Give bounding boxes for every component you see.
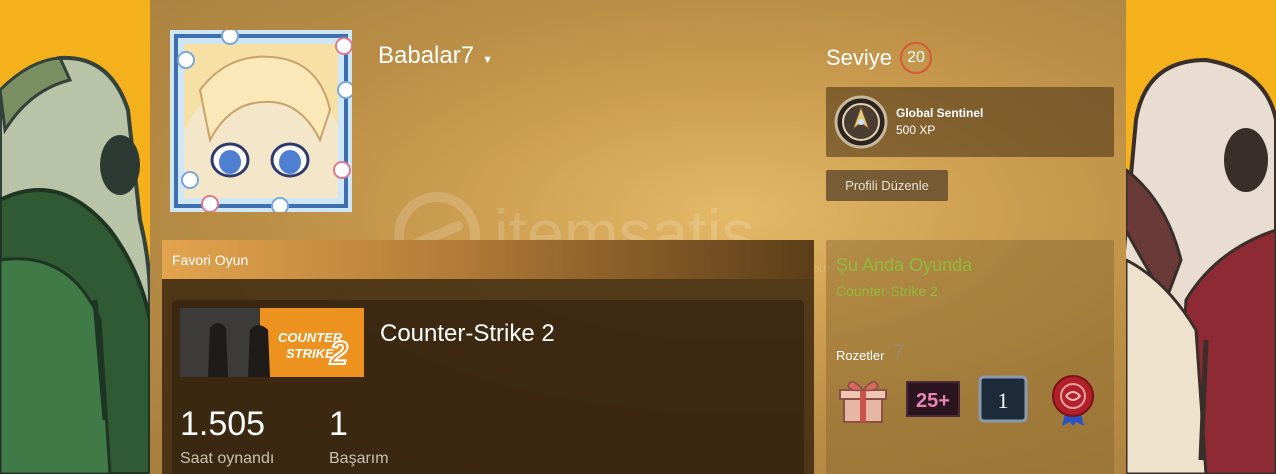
game-capsule-image[interactable]: COUNTER STRIKE 2 xyxy=(180,308,364,377)
profile-avatar[interactable] xyxy=(170,30,352,212)
persona-name-dropdown[interactable]: Babalar7 ▼ xyxy=(378,42,493,70)
edit-profile-button[interactable]: Profili Düzenle xyxy=(826,170,948,201)
featured-badge[interactable]: Global Sentinel 500 XP xyxy=(826,87,1114,157)
stat-achievements-label: Başarım xyxy=(329,450,389,467)
years-badge-text: 25+ xyxy=(916,390,950,412)
profile-main: Babalar7 ▼ itemsatis HESAP / SKIN / ITEM… xyxy=(150,0,1126,474)
level-one-badge-icon[interactable]: 1 xyxy=(976,372,1030,426)
favorite-game-card: COUNTER STRIKE 2 Counter-Strike 2 1.505 … xyxy=(172,300,804,474)
persona-name: Babalar7 xyxy=(378,42,475,69)
badge-list: 25+ 1 xyxy=(836,372,1100,426)
favorite-game-panel: Favori Oyun COUNTER STRIKE 2 Counter-Str… xyxy=(162,240,814,474)
level-label: Seviye xyxy=(826,45,893,70)
stat-hours: 1.505 Saat oynandı xyxy=(180,404,274,468)
ingame-game-link[interactable]: Counter-Strike 2 xyxy=(836,283,938,299)
featured-badge-name: Global Sentinel xyxy=(896,106,984,120)
profile-level[interactable]: Seviye 20 xyxy=(826,42,933,74)
capsule-text-strike: STRIKE xyxy=(286,346,334,361)
years-service-badge-icon[interactable]: 25+ xyxy=(906,372,960,426)
stat-achievements[interactable]: 1 Başarım xyxy=(329,404,389,468)
level-badge: 20 xyxy=(900,42,933,74)
stat-achievements-value: 1 xyxy=(329,405,348,443)
global-sentinel-badge-icon xyxy=(834,95,888,149)
background-character-right xyxy=(1126,0,1276,474)
badges-title: Rozetler xyxy=(836,348,885,363)
wax-seal-badge-icon[interactable] xyxy=(1046,372,1100,426)
ingame-status-label: Şu Anda Oyunda xyxy=(836,255,973,275)
caret-down-icon: ▼ xyxy=(482,54,493,66)
stat-hours-value: 1.505 xyxy=(180,405,266,443)
gift-box-badge-icon[interactable] xyxy=(836,372,890,426)
status-badges-panel: Şu Anda Oyunda Counter-Strike 2 Rozetler… xyxy=(826,240,1114,474)
background-character-left xyxy=(0,0,150,474)
badges-link[interactable]: Rozetler 7 xyxy=(836,340,905,366)
level-one-badge-text: 1 xyxy=(998,388,1009,413)
stat-hours-label: Saat oynandı xyxy=(180,450,275,467)
featured-badge-xp: 500 XP xyxy=(896,123,936,137)
favorite-game-name[interactable]: Counter-Strike 2 xyxy=(380,320,555,348)
capsule-text-number: 2 xyxy=(329,335,348,371)
badges-count: 7 xyxy=(892,340,905,365)
favorite-game-header: Favori Oyun xyxy=(162,240,814,279)
